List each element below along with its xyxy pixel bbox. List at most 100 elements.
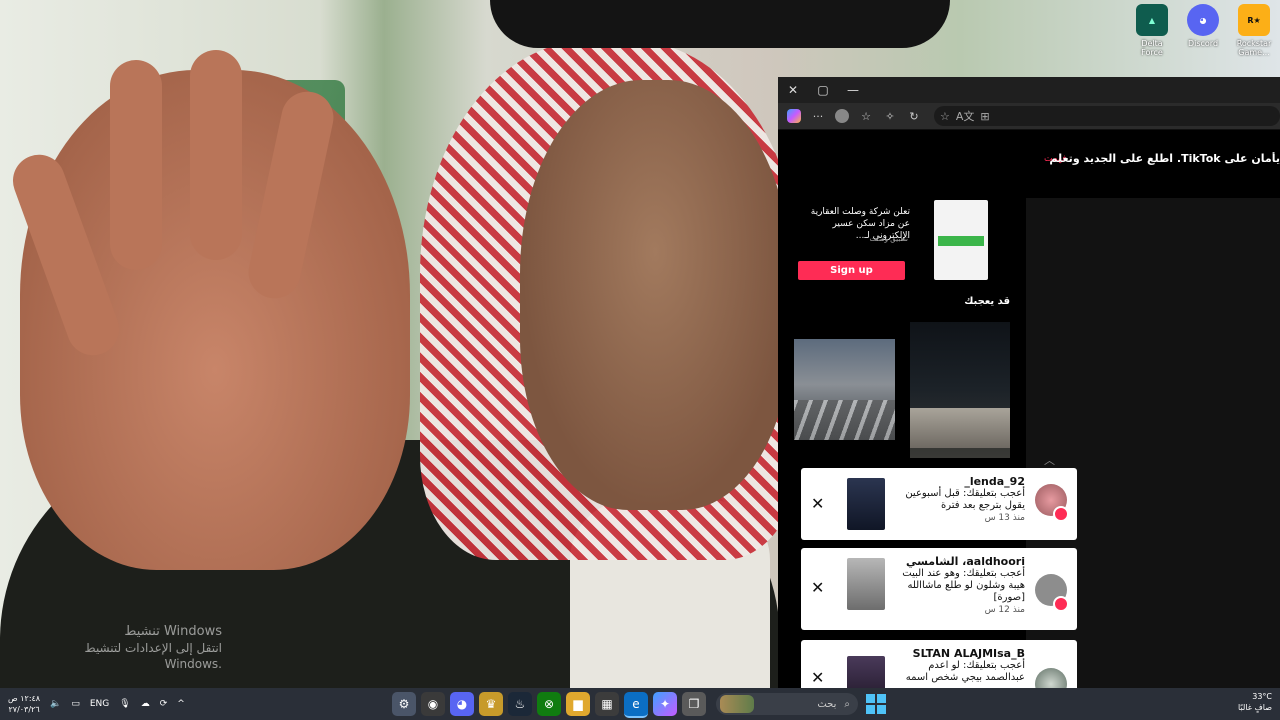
taskbar-steam[interactable]: ♨ — [508, 692, 532, 716]
taskbar-settings[interactable]: ⚙ — [392, 692, 416, 716]
clock-date: ٢٧/٠٣/٢٦ — [8, 705, 40, 714]
chevron-up-icon[interactable]: ︿ — [1044, 452, 1055, 468]
search-highlight-image — [720, 695, 754, 713]
close-window-button[interactable]: ✕ — [778, 77, 808, 103]
notification-text: lenda_92_ أعجب بتعليقك: قبل أسبوعين يقول… — [875, 476, 1025, 524]
taskbar-xbox[interactable]: ⊗ — [537, 692, 561, 716]
folder-icon: ▆ — [573, 697, 583, 711]
extensions-icon: ✧ — [885, 109, 895, 123]
close-icon[interactable]: ✕ — [811, 494, 824, 513]
address-bar[interactable]: ☆ A文 ⊞ — [934, 106, 1280, 126]
heart-icon — [1053, 506, 1069, 522]
app-available-icon: ⊞ — [980, 109, 990, 123]
maximize-icon: ▢ — [817, 83, 829, 97]
taskbar-file-explorer[interactable]: ▆ — [566, 692, 590, 716]
close-icon: ✕ — [787, 83, 799, 97]
notification-username: aaldhoori، الشامسي — [905, 555, 1025, 568]
notification-card[interactable]: ✕ SLTAN ALAJMIsa_B أعجب بتعليقك: لو اعدم… — [801, 640, 1077, 688]
windows-logo-icon — [877, 705, 886, 714]
volume-icon[interactable]: 🔈 — [50, 699, 61, 709]
profile-icon — [835, 109, 849, 123]
weather-widget[interactable]: 33°C صافٍ غالبًا — [1210, 691, 1272, 713]
video-thumbnail-detail — [910, 408, 1010, 448]
tiktok-page: فهمت يأمان على TikTok. اطلع على الجديد و… — [778, 130, 1280, 688]
browser-toolbar: ··· ☆ ✧ ↻ ☆ A文 ⊞ — [778, 103, 1280, 130]
refresh-button[interactable]: ↻ — [904, 106, 924, 126]
clock[interactable]: ١٢:٤٨ ص ٢٧/٠٣/٢٦ — [8, 693, 40, 715]
notification-card[interactable]: ✕ aaldhoori، الشامسي أعجب بتعليقك: وهو ع… — [801, 548, 1077, 630]
store-icon: ▦ — [601, 697, 613, 711]
ad-thumbnail[interactable] — [934, 200, 988, 280]
taskbar-copilot[interactable]: ✦ — [653, 692, 677, 716]
notification-line: عبدالصمد بيجي شخص اسمه — [905, 672, 1025, 683]
rockstar-icon: R★ — [1238, 4, 1270, 36]
add-favorite-icon: ☆ — [940, 109, 950, 123]
desktop-icon-discord[interactable]: ◕ Discord — [1181, 4, 1225, 48]
microphone-icon[interactable]: 🎙 — [119, 699, 130, 709]
gear-icon: ⚙ — [398, 697, 410, 711]
taskbar-app[interactable]: ♛ — [479, 692, 503, 716]
sync-icon[interactable]: ⟳ — [160, 699, 168, 709]
info-banner: يأمان على TikTok. اطلع على الجديد وتعلم — [1049, 152, 1280, 165]
browser-window: ✕ ▢ — ··· ☆ ✧ ↻ ☆ A文 ⊞ فهمت يأمان على Ti… — [778, 77, 1280, 688]
notification-line: [صورة] — [993, 592, 1025, 603]
search-placeholder: بحث — [817, 698, 837, 710]
task-view-icon: ❐ — [688, 697, 700, 711]
windows-logo-icon — [866, 694, 875, 703]
taskbar-store[interactable]: ▦ — [595, 692, 619, 716]
ad-thumbnail-strip — [938, 236, 984, 246]
taskbar-discord[interactable]: ◕ — [450, 692, 474, 716]
wallpaper-fingers — [5, 50, 390, 363]
refresh-icon: ↻ — [909, 109, 919, 123]
wallpaper-agal — [490, 0, 950, 48]
translate-icon: A文 — [955, 110, 975, 123]
taskbar-apps: ⚙ ◉ ◕ ♛ ♨ ⊗ ▆ ▦ e ✦ ❐ — [392, 692, 706, 718]
desktop-icon-delta-force[interactable]: ▲ Delta Force — [1130, 4, 1174, 57]
recommended-title: قد يعجبك — [964, 296, 1010, 307]
desktop-icon-label: Delta Force — [1141, 39, 1163, 57]
notification-line: أعجب بتعليقك: وهو عند البيت — [902, 568, 1025, 579]
video-thumbnail[interactable] — [794, 339, 895, 440]
cloud-icon[interactable]: ☁ — [141, 699, 150, 709]
app-icon: ♛ — [485, 697, 497, 711]
signup-button[interactable]: Sign up — [798, 261, 905, 280]
delta-force-icon: ▲ — [1136, 4, 1168, 36]
windows-logo-icon — [877, 694, 886, 703]
close-icon[interactable]: ✕ — [811, 668, 824, 687]
notification-line: أعجب بتعليقك: لو اعدم — [928, 660, 1025, 671]
ad-source: تطبيق وصلت — [869, 235, 909, 243]
notification-username: SLTAN ALAJMIsa_B — [912, 647, 1025, 660]
favorites-icon: ☆ — [861, 109, 871, 123]
language-indicator[interactable]: ENG — [90, 699, 109, 709]
weather-temp: 33°C — [1252, 692, 1272, 701]
discord-icon: ◕ — [456, 697, 468, 711]
more-options-button[interactable]: ··· — [808, 106, 828, 126]
profile-button[interactable] — [832, 106, 852, 126]
notification-card[interactable]: ✕ lenda_92_ أعجب بتعليقك: قبل أسبوعين يق… — [801, 468, 1077, 540]
windows-activation-watermark: تنشيط Windows انتقل إلى الإعدادات لتنشيط… — [62, 624, 222, 672]
desktop-icon-rockstar[interactable]: R★ Rockstar Game... — [1232, 4, 1276, 57]
taskbar-edge[interactable]: e — [624, 692, 648, 718]
close-icon[interactable]: ✕ — [811, 578, 824, 597]
maximize-window-button[interactable]: ▢ — [808, 77, 838, 103]
copilot-button[interactable] — [784, 106, 804, 126]
extensions-button[interactable]: ✧ — [880, 106, 900, 126]
taskbar: ١٢:٤٨ ص ٢٧/٠٣/٢٦ 🔈 ▭ ENG 🎙 ☁ ⟳ ^ ⚙ ◉ ◕ ♛… — [0, 688, 1280, 720]
taskbar-app[interactable]: ◉ — [421, 692, 445, 716]
taskbar-task-view[interactable]: ❐ — [682, 692, 706, 716]
notification-username: lenda_92_ — [964, 475, 1025, 488]
notification-line: أعجب بتعليقك: قبل أسبوعين — [905, 488, 1025, 499]
favorites-button[interactable]: ☆ — [856, 106, 876, 126]
taskbar-search[interactable]: بحث ⌕ — [716, 693, 858, 715]
weather-desc: صافٍ غالبًا — [1238, 703, 1272, 712]
minimize-window-button[interactable]: — — [838, 77, 868, 103]
notification-time: منذ 13 س — [984, 513, 1025, 523]
minimize-icon: — — [847, 83, 859, 97]
video-thumbnail[interactable] — [910, 322, 1010, 458]
desktop-icon-label: Discord — [1187, 39, 1219, 48]
heart-icon — [1053, 596, 1069, 612]
desktop-icon-label: Rockstar Game... — [1236, 39, 1272, 57]
network-icon[interactable]: ▭ — [71, 699, 80, 709]
chevron-up-icon[interactable]: ^ — [177, 699, 185, 709]
start-button[interactable] — [866, 694, 886, 714]
